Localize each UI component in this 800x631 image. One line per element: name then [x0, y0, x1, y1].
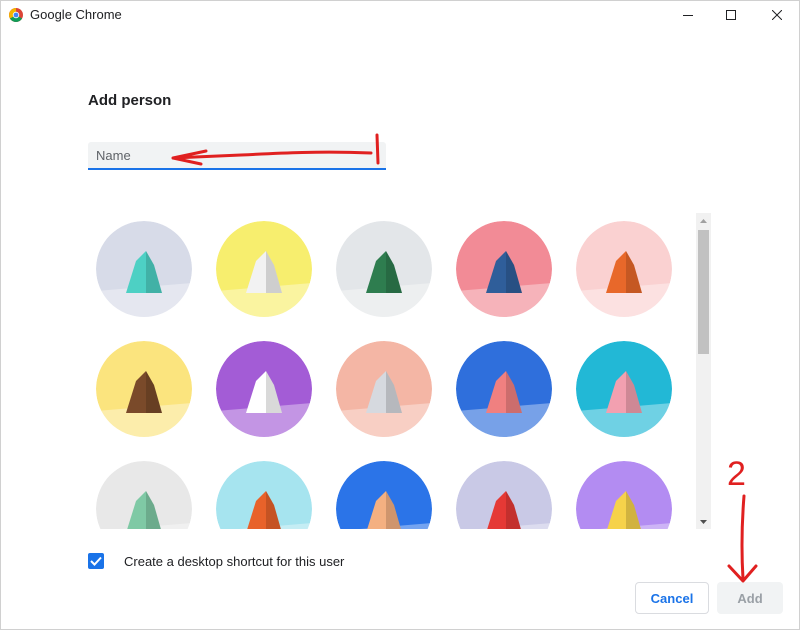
- avatar-bicycle[interactable]: [336, 461, 432, 529]
- avatar-penguin[interactable]: [336, 341, 432, 437]
- check-icon: [90, 556, 102, 566]
- avatar-elephant[interactable]: [456, 221, 552, 317]
- desktop-shortcut-label: Create a desktop shortcut for this user: [124, 553, 345, 569]
- scroll-thumb[interactable]: [698, 230, 709, 354]
- desktop-shortcut-option[interactable]: Create a desktop shortcut for this user: [88, 552, 344, 570]
- avatar-monkey[interactable]: [96, 341, 192, 437]
- bicycle-icon: [336, 461, 432, 529]
- rabbit-icon: [576, 341, 672, 437]
- avatar-corgi[interactable]: [216, 221, 312, 317]
- avatar-scrollbar[interactable]: [696, 213, 711, 529]
- add-button[interactable]: Add: [717, 582, 783, 614]
- title-bar: Google Chrome: [1, 1, 800, 29]
- penguin-icon: [336, 341, 432, 437]
- elephant-icon: [456, 221, 552, 317]
- desktop-shortcut-checkbox[interactable]: [88, 553, 104, 569]
- avatar-rabbit[interactable]: [576, 341, 672, 437]
- dragon-icon: [336, 221, 432, 317]
- scroll-up-button[interactable]: [696, 213, 711, 228]
- avatar-unicorn[interactable]: [96, 461, 192, 529]
- cancel-button[interactable]: Cancel: [635, 582, 709, 614]
- avatar-cheese[interactable]: [576, 461, 672, 529]
- cheese-icon: [576, 461, 672, 529]
- annotation-arrow-to-add: [727, 494, 758, 583]
- maximize-icon: [726, 10, 736, 20]
- avatar-grid: [88, 213, 691, 529]
- annotation-step-label: 2: [727, 455, 746, 493]
- window-title: Google Chrome: [30, 7, 122, 22]
- avatar-cat[interactable]: [96, 221, 192, 317]
- basketball-icon: [216, 461, 312, 529]
- avatar-panda[interactable]: [216, 341, 312, 437]
- bird-icon: [456, 461, 552, 529]
- avatar-butterfly[interactable]: [456, 341, 552, 437]
- minimize-icon: [683, 15, 693, 16]
- maximize-button[interactable]: [708, 1, 754, 29]
- scroll-down-button[interactable]: [696, 514, 711, 529]
- scroll-down-icon: [700, 519, 707, 524]
- cat-icon: [96, 221, 192, 317]
- avatar-bird[interactable]: [456, 461, 552, 529]
- fox-icon: [576, 221, 672, 317]
- chrome-icon: [9, 8, 23, 22]
- unicorn-icon: [96, 461, 192, 529]
- minimize-button[interactable]: [665, 1, 711, 29]
- avatar-fox[interactable]: [576, 221, 672, 317]
- monkey-icon: [96, 341, 192, 437]
- avatar-dragon[interactable]: [336, 221, 432, 317]
- close-icon: [772, 10, 782, 20]
- name-field[interactable]: [88, 142, 386, 170]
- close-button[interactable]: [754, 1, 800, 29]
- butterfly-icon: [456, 341, 552, 437]
- corgi-icon: [216, 221, 312, 317]
- chrome-window: Google Chrome Add person Create a deskto…: [0, 0, 800, 630]
- panda-icon: [216, 341, 312, 437]
- scroll-up-icon: [700, 218, 707, 223]
- dialog-heading: Add person: [88, 92, 172, 109]
- name-input[interactable]: [88, 142, 386, 168]
- avatar-basketball[interactable]: [216, 461, 312, 529]
